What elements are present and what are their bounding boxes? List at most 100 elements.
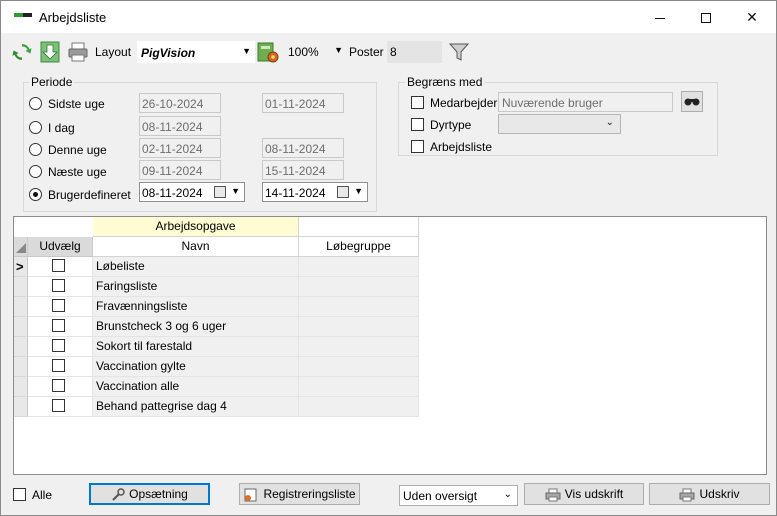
table-row-select-cell [28,357,93,377]
table-row-navn[interactable]: Løbeliste [93,257,299,277]
table-row-lobegruppe[interactable] [299,337,419,357]
row-header[interactable] [14,357,28,377]
table-row-lobegruppe[interactable] [299,257,419,277]
table-row-navn[interactable]: Sokort til farestald [93,337,299,357]
vis-udskrift-label: Vis udskrift [564,487,624,501]
layout-select[interactable]: PigVision ▼ [137,41,255,63]
table-row-navn[interactable]: Brunstcheck 3 og 6 uger [93,317,299,337]
udvaelg-checkbox[interactable] [52,279,65,292]
custom-from-value: 08-11-2024 [142,186,203,200]
udvaelg-checkbox[interactable] [52,339,65,352]
radio-brugerdefineret[interactable] [29,188,42,201]
chevron-down-icon: ⌄ [605,117,614,128]
vis-udskrift-button[interactable]: Vis udskrift [524,483,644,505]
radio-denne-uge[interactable] [29,143,42,156]
calendar-icon[interactable] [337,186,349,198]
naeste-uge-to: 15-11-2024 [262,160,344,180]
udvaelg-checkbox[interactable] [52,319,65,332]
udvaelg-checkbox[interactable] [52,379,65,392]
udvaelg-checkbox[interactable] [52,399,65,412]
oversigt-value: Uden oversigt [403,489,478,503]
table-row-lobegruppe[interactable] [299,357,419,377]
band-header-arbejdsopgave: Arbejdsopgave [93,217,299,237]
chevron-down-icon[interactable]: ▼ [354,186,363,196]
window-title: Arbejdsliste [39,10,107,25]
title-bar: Arbejdsliste ✕ [1,1,776,33]
chevron-down-icon[interactable]: ▼ [231,186,240,196]
minimize-button[interactable] [637,1,683,33]
table-row-select-cell [28,337,93,357]
udvaelg-checkbox[interactable] [52,359,65,372]
custom-from-date-picker[interactable]: 08-11-2024 ▼ [139,182,245,202]
toolbar: Layout PigVision ▼ 100% ▼ Poster 8 [1,37,776,67]
table-row-navn[interactable]: Fravænningsliste [93,297,299,317]
radio-i-dag[interactable] [29,121,42,134]
table-row-lobegruppe[interactable] [299,377,419,397]
medarbejder-label: Medarbejder [430,96,498,110]
dyrtype-checkbox[interactable] [411,118,424,131]
row-header[interactable] [14,297,28,317]
label-naeste-uge: Næste uge [48,165,107,179]
row-header[interactable]: > [14,257,28,277]
radio-sidste-uge[interactable] [29,97,42,110]
alle-checkbox[interactable] [13,488,26,501]
layout-label: Layout [95,45,132,59]
sidste-uge-to: 01-11-2024 [262,93,344,113]
task-grid: Arbejdsopgave Udvælg Navn Løbegruppe > Lø… [13,216,767,475]
chevron-down-icon: ▼ [242,46,251,56]
print-icon[interactable] [67,41,89,63]
arbejdsliste-checkbox[interactable] [411,140,424,153]
column-header-navn[interactable]: Navn [93,237,299,257]
row-header[interactable] [14,377,28,397]
table-row-navn[interactable]: Vaccination alle [93,377,299,397]
dyrtype-label: Dyrtype [430,118,472,132]
opsaetning-button[interactable]: Opsætning [89,483,210,505]
filter-icon[interactable] [448,41,470,63]
print-icon [679,488,695,502]
close-button[interactable]: ✕ [729,1,775,33]
label-denne-uge: Denne uge [48,143,107,157]
column-header-udvaelg[interactable]: Udvælg [28,237,93,257]
download-icon[interactable] [39,41,61,63]
poster-count: 8 [390,45,397,59]
medarbejder-picker-button[interactable] [681,91,703,112]
table-row-navn[interactable]: Vaccination gylte [93,357,299,377]
registreringsliste-button[interactable]: Registreringsliste [239,483,360,505]
radio-naeste-uge[interactable] [29,165,42,178]
opsaetning-label: Opsætning [129,487,188,501]
sidste-uge-from: 26-10-2024 [139,93,221,113]
app-logo-icon [14,13,32,20]
row-header[interactable] [14,317,28,337]
table-row-lobegruppe[interactable] [299,317,419,337]
row-header[interactable] [14,397,28,417]
table-row-navn[interactable]: Behand pattegrise dag 4 [93,397,299,417]
poster-label: Poster [349,45,384,59]
table-row-lobegruppe[interactable] [299,277,419,297]
calendar-icon[interactable] [214,186,226,198]
row-header[interactable] [14,337,28,357]
denne-uge-to: 08-11-2024 [262,138,344,158]
zoom-select[interactable]: 100% ▼ [287,41,345,63]
oversigt-select[interactable]: Uden oversigt ⌄ [399,485,518,506]
udvaelg-checkbox[interactable] [52,299,65,312]
label-sidste-uge: Sidste uge [48,97,105,111]
layout-settings-icon[interactable] [257,41,279,63]
registreringsliste-label: Registreringsliste [263,487,356,501]
arbejdsliste-label: Arbejdsliste [430,140,493,154]
minimize-icon [655,17,665,19]
udskriv-button[interactable]: Udskriv [649,483,770,505]
column-header-lobegruppe[interactable]: Løbegruppe [299,237,419,257]
maximize-button[interactable] [683,1,729,33]
table-row-select-cell [28,277,93,297]
table-row-lobegruppe[interactable] [299,397,419,417]
corner-header [14,237,28,257]
udvaelg-checkbox[interactable] [52,259,65,272]
table-row-navn[interactable]: Faringsliste [93,277,299,297]
medarbejder-checkbox[interactable] [411,96,424,109]
maximize-icon [701,13,711,24]
table-row-lobegruppe[interactable] [299,297,419,317]
custom-to-date-picker[interactable]: 14-11-2024 ▼ [262,182,368,202]
table-row-select-cell [28,317,93,337]
row-header[interactable] [14,277,28,297]
refresh-icon[interactable] [11,41,33,63]
